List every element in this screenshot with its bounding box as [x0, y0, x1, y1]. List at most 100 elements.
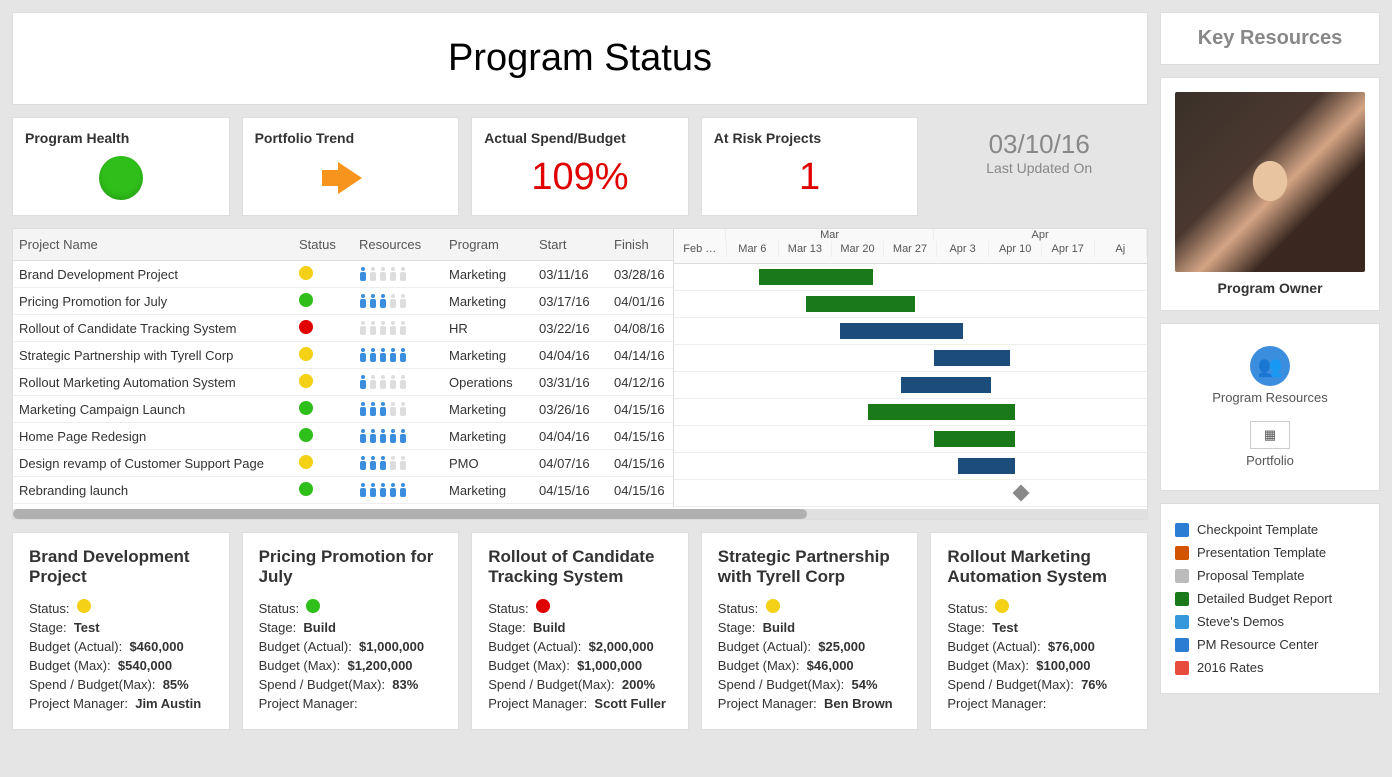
- status-dot-icon: [299, 428, 313, 442]
- program-owner-card[interactable]: Program Owner: [1160, 77, 1380, 311]
- project-card[interactable]: Rollout Marketing Automation System Stat…: [930, 532, 1148, 730]
- gantt-bar[interactable]: [840, 323, 963, 339]
- timeline-day: Mar 27: [884, 241, 937, 257]
- cell-finish: 04/15/16: [608, 427, 673, 446]
- table-row[interactable]: Pricing Promotion for July Marketing 03/…: [13, 288, 673, 315]
- timeline-day: Apr 17: [1042, 241, 1095, 257]
- file-icon: [1175, 546, 1189, 560]
- cell-name: Rebranding launch: [13, 481, 293, 500]
- status-dot-icon: [536, 599, 550, 613]
- cell-finish: 04/15/16: [608, 400, 673, 419]
- project-cards-row: Brand Development Project Status: Stage:…: [12, 532, 1148, 730]
- kpi-trend: Portfolio Trend: [242, 117, 460, 216]
- sidebar: Key Resources Program Owner 👥 Program Re…: [1160, 12, 1380, 730]
- cell-program: Marketing: [443, 292, 533, 311]
- resource-link[interactable]: Checkpoint Template: [1175, 518, 1365, 541]
- card-status: Status:: [29, 599, 213, 616]
- resource-link[interactable]: Detailed Budget Report: [1175, 587, 1365, 610]
- col-name[interactable]: Project Name: [13, 229, 293, 260]
- person-icon: [359, 294, 367, 308]
- gantt-bar[interactable]: [901, 377, 991, 393]
- timeline-day: Apr 3: [937, 241, 990, 257]
- kpi-risk-label: At Risk Projects: [714, 130, 906, 146]
- project-card[interactable]: Strategic Partnership with Tyrell Corp S…: [701, 532, 919, 730]
- cell-resources: [353, 373, 443, 391]
- table-row[interactable]: Rebranding launch Marketing 04/15/16 04/…: [13, 477, 673, 504]
- main-column: Program Status Program Health Portfolio …: [12, 12, 1148, 730]
- timeline-day: Apr 10: [989, 241, 1042, 257]
- portfolio-link[interactable]: ▦ Portfolio: [1246, 421, 1294, 468]
- kpi-updated: 03/10/16 Last Updated On: [930, 117, 1148, 216]
- card-stage: Stage: Build: [259, 620, 443, 635]
- cell-status: [293, 345, 353, 366]
- cell-resources: [353, 427, 443, 445]
- trend-arrow-icon: [338, 162, 362, 194]
- person-icon: [379, 294, 387, 308]
- resource-link[interactable]: Proposal Template: [1175, 564, 1365, 587]
- card-budget-actual: Budget (Actual): $25,000: [718, 639, 902, 654]
- resource-link[interactable]: PM Resource Center: [1175, 633, 1365, 656]
- cell-name: Marketing Campaign Launch: [13, 400, 293, 419]
- resource-link[interactable]: Steve's Demos: [1175, 610, 1365, 633]
- status-dot-icon: [299, 401, 313, 415]
- cell-resources: [353, 265, 443, 283]
- status-dot-icon: [299, 347, 313, 361]
- link-label: 2016 Rates: [1197, 660, 1264, 675]
- person-icon: [399, 267, 407, 281]
- project-card[interactable]: Rollout of Candidate Tracking System Sta…: [471, 532, 689, 730]
- cell-program: HR: [443, 319, 533, 338]
- cell-program: Operations: [443, 373, 533, 392]
- card-title: Strategic Partnership with Tyrell Corp: [718, 547, 902, 589]
- table-row[interactable]: Home Page Redesign Marketing 04/04/16 04…: [13, 423, 673, 450]
- owner-photo: [1175, 92, 1365, 272]
- person-icon: [369, 267, 377, 281]
- col-finish[interactable]: Finish: [608, 229, 673, 260]
- person-icon: [379, 483, 387, 497]
- gantt-bar[interactable]: [934, 350, 1010, 366]
- col-status[interactable]: Status: [293, 229, 353, 260]
- table-row[interactable]: Brand Development Project Marketing 03/1…: [13, 261, 673, 288]
- table-row[interactable]: Rollout of Candidate Tracking System HR …: [13, 315, 673, 342]
- gantt-bar[interactable]: [868, 404, 1015, 420]
- gantt-bar[interactable]: [934, 431, 1014, 447]
- gantt-bar[interactable]: [958, 458, 1015, 474]
- kpi-row: Program Health Portfolio Trend Actual Sp…: [12, 117, 1148, 216]
- cell-status: [293, 426, 353, 447]
- milestone-icon[interactable]: [1012, 485, 1029, 502]
- project-card[interactable]: Pricing Promotion for July Status: Stage…: [242, 532, 460, 730]
- timeline-row: [674, 453, 1147, 480]
- link-label: Detailed Budget Report: [1197, 591, 1332, 606]
- col-program[interactable]: Program: [443, 229, 533, 260]
- card-stage: Stage: Test: [29, 620, 213, 635]
- table-row[interactable]: Design revamp of Customer Support Page P…: [13, 450, 673, 477]
- timeline-row: [674, 345, 1147, 372]
- project-card[interactable]: Brand Development Project Status: Stage:…: [12, 532, 230, 730]
- card-budget-max: Budget (Max): $1,200,000: [259, 658, 443, 673]
- horizontal-scrollbar[interactable]: [13, 509, 1147, 519]
- timeline-day: Mar 20: [832, 241, 885, 257]
- card-spend-pct: Spend / Budget(Max): 83%: [259, 677, 443, 692]
- gantt-bar[interactable]: [759, 269, 873, 285]
- table-row[interactable]: Rollout Marketing Automation System Oper…: [13, 369, 673, 396]
- resource-links-card: Checkpoint TemplatePresentation Template…: [1160, 503, 1380, 694]
- cell-start: 03/26/16: [533, 400, 608, 419]
- cell-start: 03/31/16: [533, 373, 608, 392]
- kpi-updated-value: 03/10/16: [942, 129, 1136, 160]
- gantt-bar[interactable]: [806, 296, 915, 312]
- cell-start: 03/11/16: [533, 265, 608, 284]
- resource-link[interactable]: 2016 Rates: [1175, 656, 1365, 679]
- resource-link[interactable]: Presentation Template: [1175, 541, 1365, 564]
- col-start[interactable]: Start: [533, 229, 608, 260]
- card-stage: Stage: Test: [947, 620, 1131, 635]
- table-row[interactable]: Strategic Partnership with Tyrell Corp M…: [13, 342, 673, 369]
- link-label: PM Resource Center: [1197, 637, 1318, 652]
- program-resources-link[interactable]: 👥 Program Resources: [1212, 346, 1328, 405]
- kpi-spend: Actual Spend/Budget 109%: [471, 117, 689, 216]
- kpi-trend-label: Portfolio Trend: [255, 130, 447, 146]
- col-resources[interactable]: Resources: [353, 229, 443, 260]
- person-icon: [399, 375, 407, 389]
- table-row[interactable]: Marketing Campaign Launch Marketing 03/2…: [13, 396, 673, 423]
- cell-program: Marketing: [443, 481, 533, 500]
- card-budget-actual: Budget (Actual): $76,000: [947, 639, 1131, 654]
- card-status: Status:: [947, 599, 1131, 616]
